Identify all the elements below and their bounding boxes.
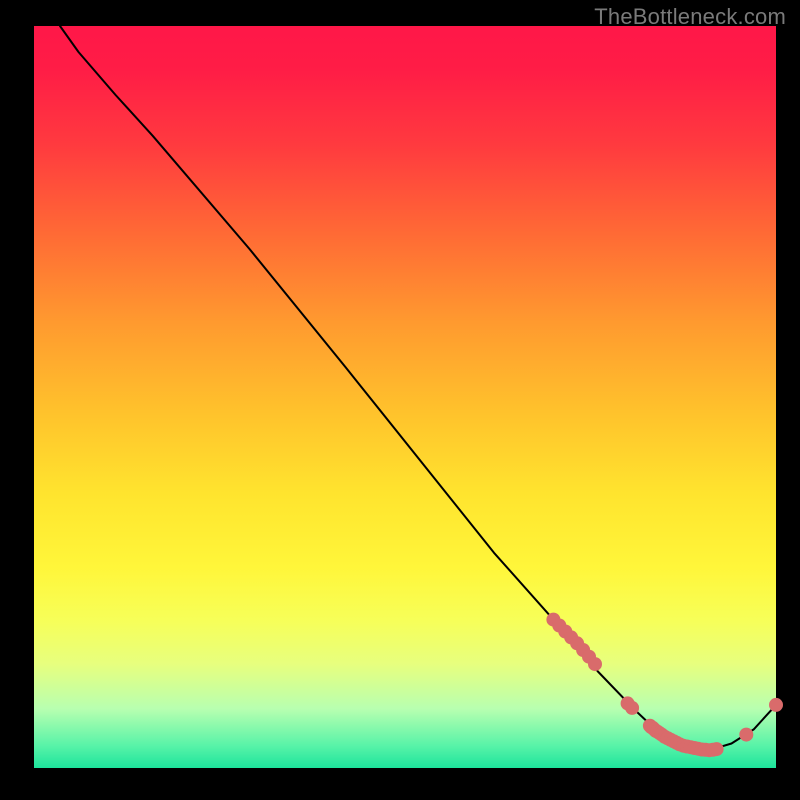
data-marker [739, 728, 753, 742]
data-marker [769, 698, 783, 712]
chart-svg [34, 26, 776, 768]
chart-frame: TheBottleneck.com [0, 0, 800, 800]
data-marker [588, 657, 602, 671]
data-markers [546, 613, 783, 758]
data-marker [625, 701, 639, 715]
bottleneck-curve [60, 26, 776, 750]
plot-area [34, 26, 776, 768]
data-marker [710, 742, 724, 756]
